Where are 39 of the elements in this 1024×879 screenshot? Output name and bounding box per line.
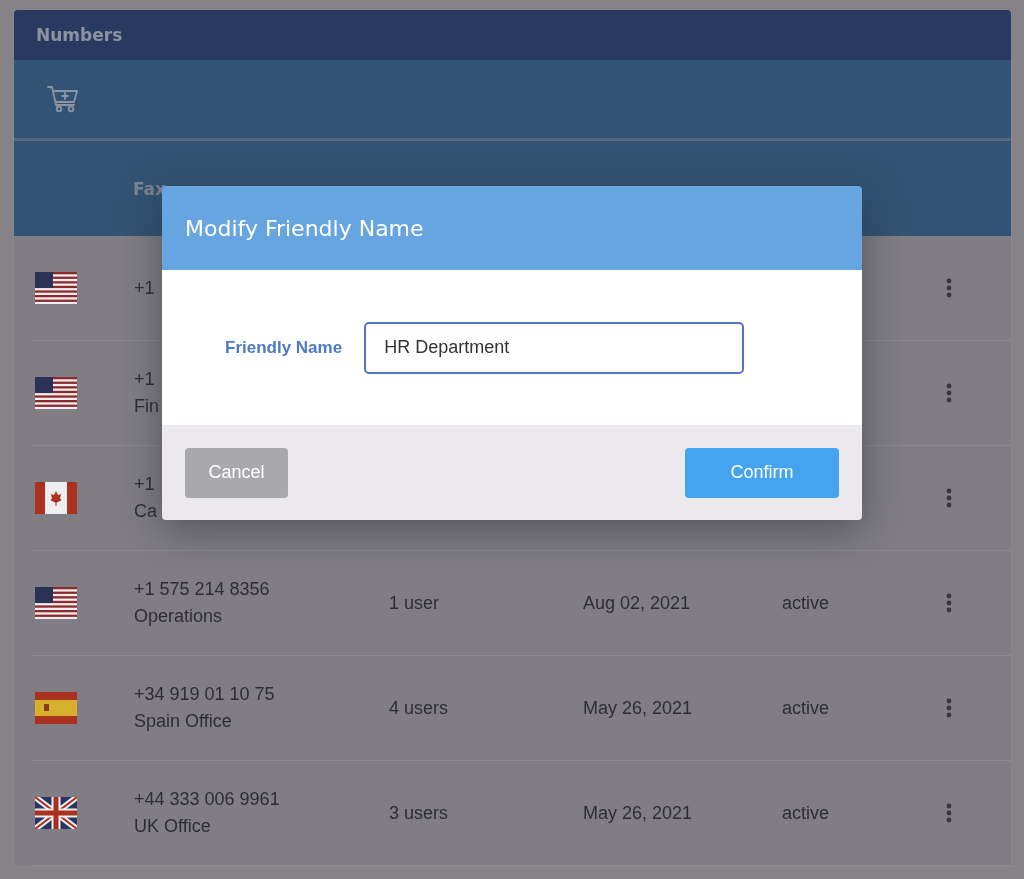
- more-options-icon[interactable]: [946, 698, 952, 718]
- date-cell: May 26, 2021: [583, 697, 693, 718]
- more-options-icon[interactable]: [946, 593, 952, 613]
- friendly-name: UK Office: [134, 816, 212, 837]
- friendly-name: Spain Office: [134, 711, 233, 732]
- fax-number: +1 575 214 8356: [134, 579, 271, 600]
- flag-icon: [35, 797, 77, 829]
- flag-icon: [35, 587, 77, 619]
- field-label: Friendly Name: [225, 337, 343, 358]
- assigned-users: 3 users: [389, 802, 449, 823]
- fax-number: +1: [134, 369, 156, 390]
- status-cell: active: [782, 697, 830, 718]
- dialog-title: Modify Friendly Name: [185, 215, 424, 241]
- status-cell: active: [782, 592, 830, 613]
- flag-icon: [35, 272, 77, 304]
- fax-number: +34 919 01 10 75: [134, 684, 276, 705]
- more-options-icon[interactable]: [946, 488, 952, 508]
- more-options-icon[interactable]: [946, 278, 952, 298]
- date-cell: Aug 02, 2021: [583, 592, 691, 613]
- fax-number: +1: [134, 474, 156, 495]
- friendly-name-field[interactable]: HR Department: [364, 321, 745, 374]
- flag-icon: [35, 482, 77, 514]
- more-options-icon[interactable]: [946, 803, 952, 823]
- assigned-users: 4 users: [389, 697, 449, 718]
- more-options-icon[interactable]: [946, 383, 952, 403]
- flag-icon: [35, 377, 77, 409]
- flag-icon: [35, 692, 77, 724]
- friendly-name: Ca: [134, 501, 158, 522]
- date-cell: May 26, 2021: [583, 802, 693, 823]
- cancel-button[interactable]: Cancel: [185, 447, 288, 498]
- panel-title: Numbers: [36, 25, 123, 45]
- cart-icon[interactable]: [47, 85, 79, 113]
- assigned-users: 1 user: [389, 592, 440, 613]
- friendly-name: Operations: [134, 606, 224, 627]
- status-cell: active: [782, 802, 830, 823]
- confirm-button[interactable]: Confirm: [685, 447, 839, 498]
- fax-number: +44 333 006 9961: [134, 789, 281, 810]
- friendly-name: Fin: [134, 396, 160, 417]
- fax-number: +1: [134, 277, 156, 299]
